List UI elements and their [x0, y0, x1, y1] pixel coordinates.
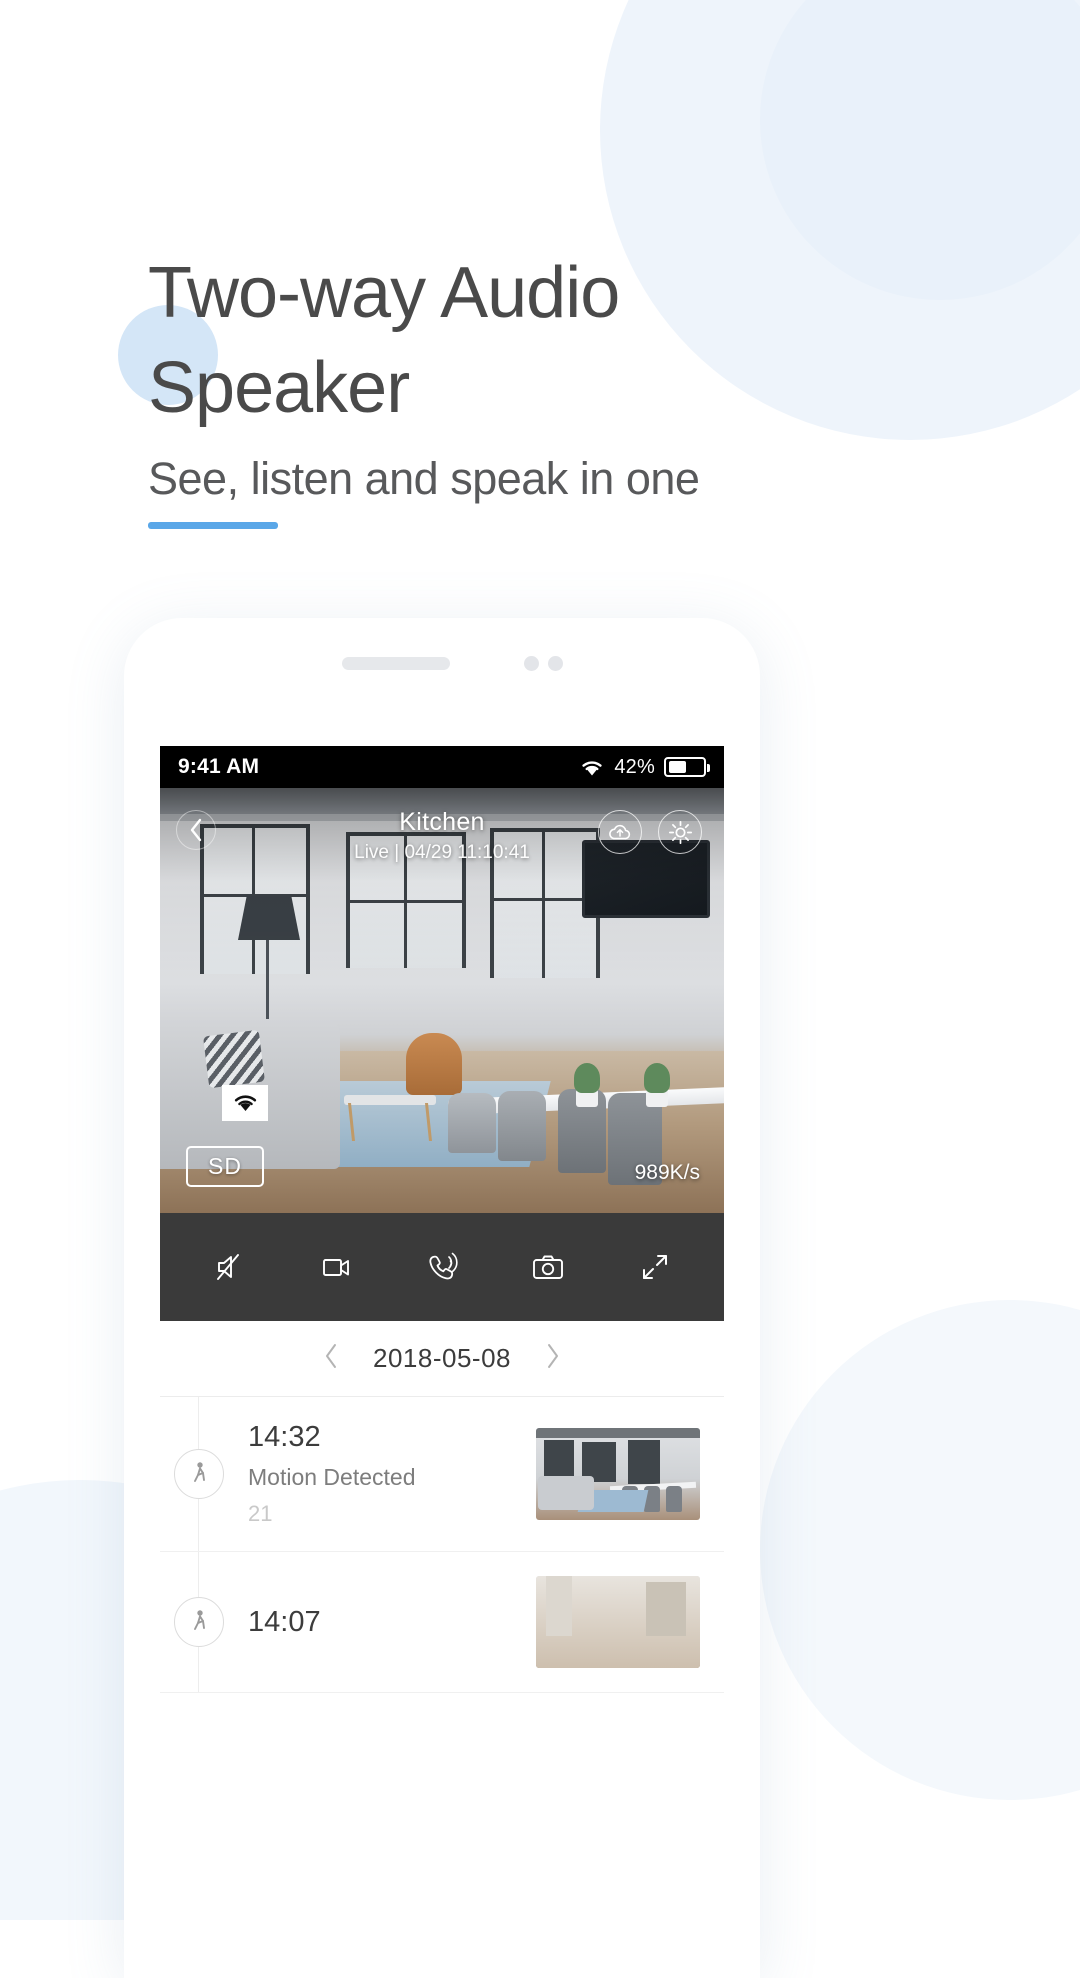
next-date-button[interactable]	[545, 1343, 560, 1374]
event-description: Motion Detected	[248, 1464, 416, 1490]
event-text-block: 14:32 Motion Detected 21	[224, 1421, 536, 1527]
fullscreen-button[interactable]	[623, 1235, 687, 1299]
video-control-bar	[160, 1213, 724, 1321]
status-indicators: 42%	[579, 755, 710, 779]
phone-mockup: 9:41 AM 42% Kitchen Live | 04/29 11:10:4…	[124, 618, 760, 1978]
battery-icon	[664, 757, 710, 777]
event-count: 21	[248, 1501, 273, 1526]
stream-info: Live | 04/29 11:10:41	[354, 842, 530, 863]
wifi-icon	[582, 760, 602, 775]
video-camera-icon	[322, 1259, 349, 1276]
hero-text-block: Two-way Audio Speaker See, listen and sp…	[148, 246, 968, 529]
status-time: 9:41 AM	[178, 755, 260, 778]
accent-underline	[148, 522, 278, 529]
page-subtitle: See, listen and speak in one	[148, 453, 700, 504]
event-thumbnail[interactable]	[536, 1428, 700, 1520]
event-list: 14:32 Motion Detected 21 14:07	[160, 1397, 724, 1693]
walking-person-icon	[174, 1597, 224, 1647]
page-title-line1: Two-way Audio	[148, 253, 620, 333]
gear-icon	[668, 820, 692, 844]
page-title-line2: Speaker	[148, 348, 410, 428]
current-date-label: 2018-05-08	[373, 1343, 511, 1373]
chevron-left-icon	[326, 1344, 336, 1368]
record-button[interactable]	[304, 1235, 368, 1299]
event-time: 14:07	[248, 1605, 321, 1638]
status-bar: 9:41 AM 42%	[160, 746, 724, 788]
settings-button[interactable]	[658, 810, 702, 854]
talk-button[interactable]	[410, 1235, 474, 1299]
list-item[interactable]: 14:07	[160, 1552, 724, 1693]
prev-date-button[interactable]	[324, 1343, 339, 1374]
walking-person-icon	[194, 1610, 205, 1630]
connection-badge	[222, 1085, 268, 1121]
cloud-button[interactable]	[598, 810, 642, 854]
speaker-mute-icon	[217, 1254, 240, 1280]
expand-icon	[642, 1255, 667, 1279]
chevron-right-icon	[548, 1344, 558, 1368]
bg-circle-bottom-right	[760, 1300, 1080, 1800]
list-item[interactable]: 14:32 Motion Detected 21	[160, 1397, 724, 1552]
quality-badge[interactable]: SD	[186, 1146, 264, 1187]
event-thumbnail[interactable]	[536, 1576, 700, 1668]
phone-screen: 9:41 AM 42% Kitchen Live | 04/29 11:10:4…	[160, 746, 724, 1978]
date-navigation: 2018-05-08	[160, 1321, 724, 1397]
walking-person-icon	[194, 1462, 205, 1482]
earpiece-speaker	[342, 657, 450, 670]
event-time: 14:32	[248, 1421, 321, 1453]
proximity-sensor	[548, 656, 563, 671]
front-camera	[524, 656, 539, 671]
wifi-icon	[234, 1095, 256, 1111]
bitrate-label: 989K/s	[634, 1161, 700, 1184]
mute-button[interactable]	[197, 1235, 261, 1299]
live-video-view[interactable]: Kitchen Live | 04/29 11:10:41 SD 989K/s	[160, 788, 724, 1213]
event-text-block: 14:07	[224, 1606, 536, 1639]
camera-icon	[533, 1255, 564, 1279]
walking-person-icon	[174, 1449, 224, 1499]
snapshot-button[interactable]	[516, 1235, 580, 1299]
phone-talk-icon	[429, 1252, 458, 1280]
battery-percent: 42%	[614, 755, 655, 778]
cloud-icon	[609, 824, 631, 840]
phone-top-bezel	[124, 618, 760, 746]
